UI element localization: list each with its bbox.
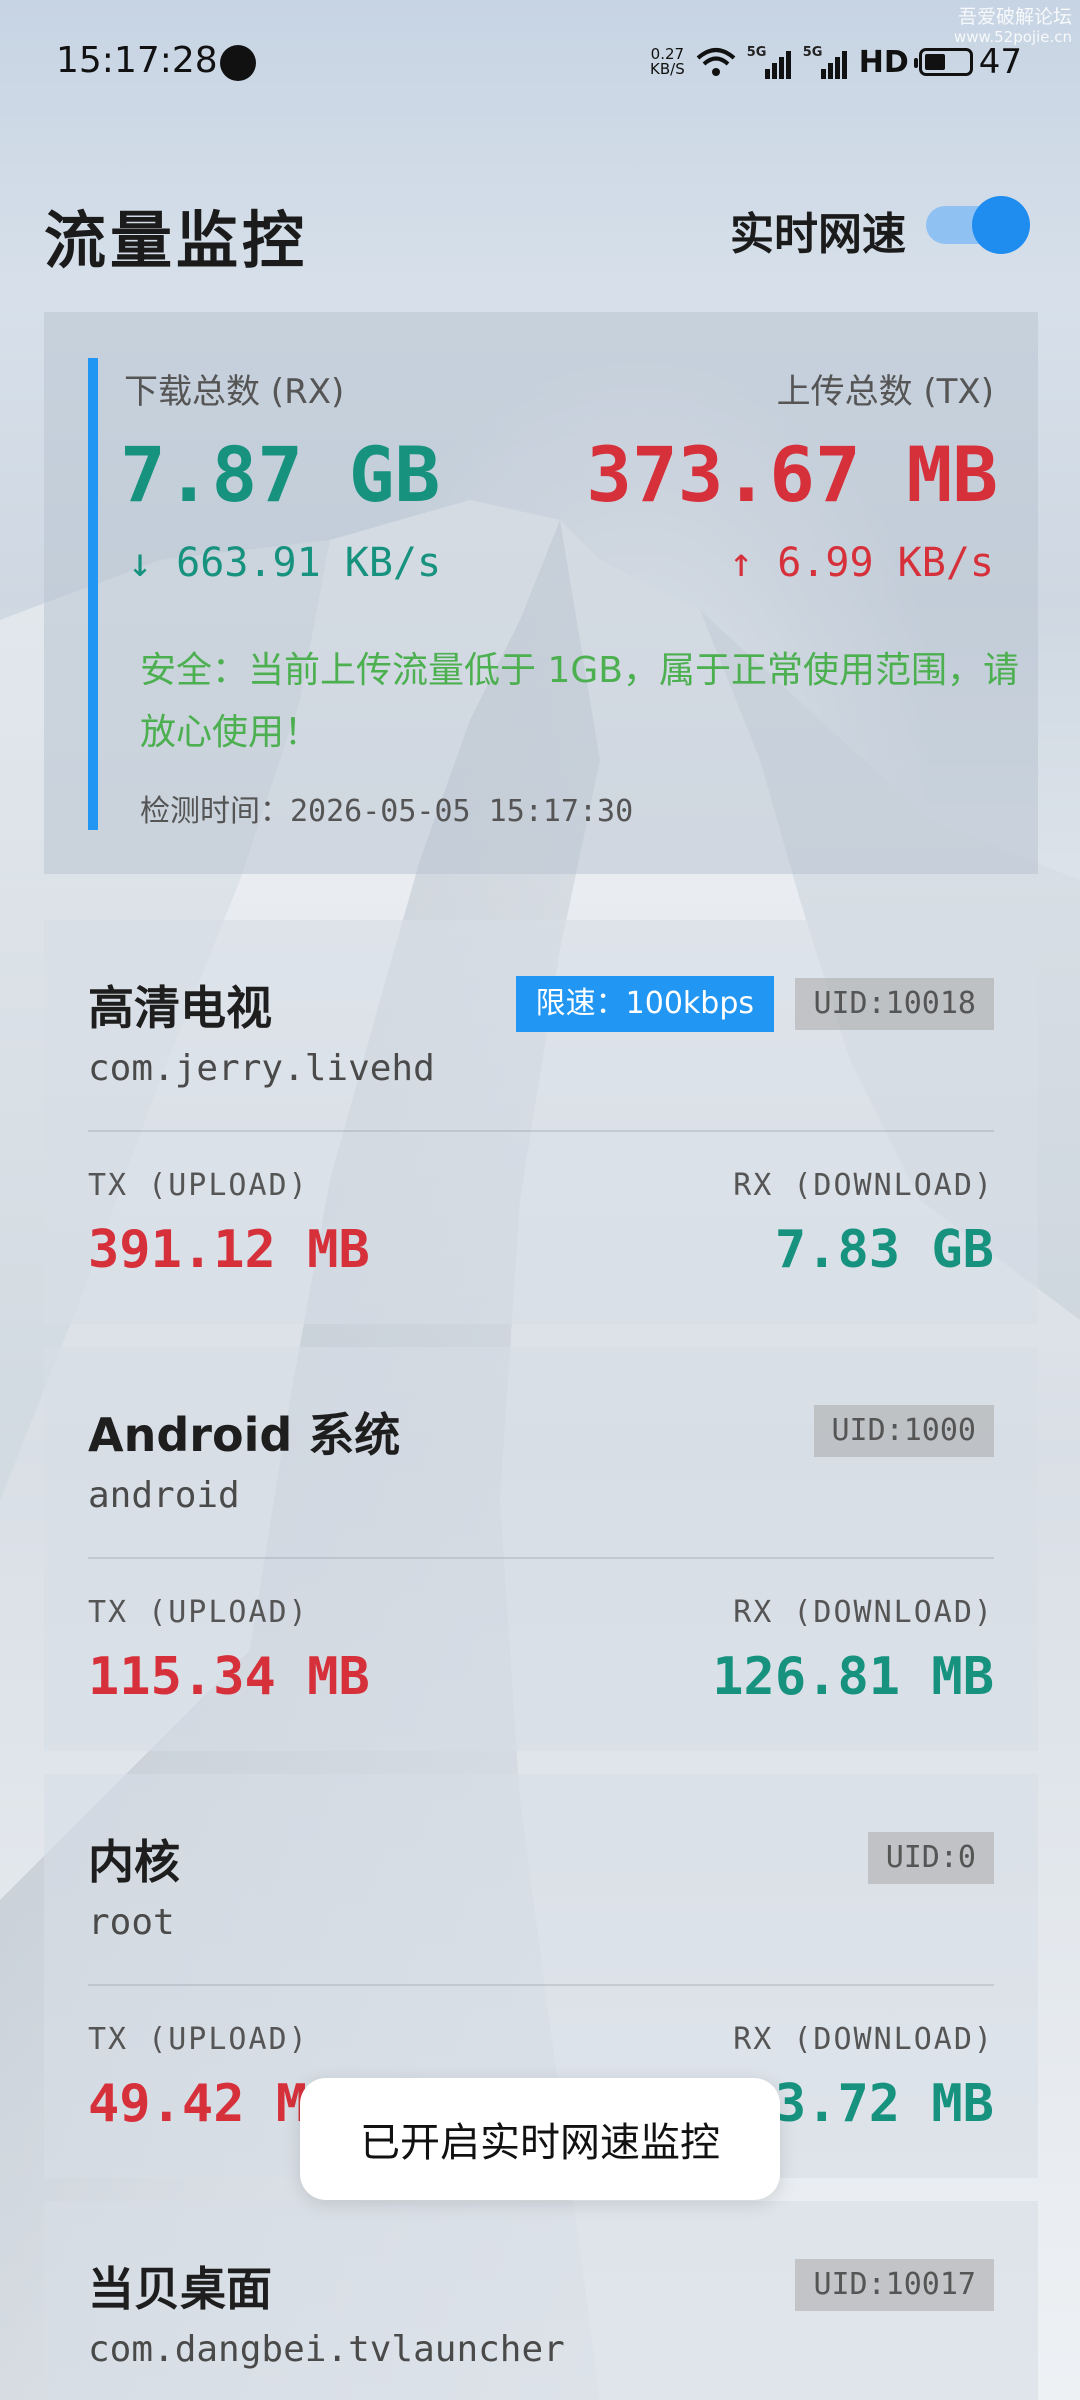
hd-voice-icon: HD bbox=[858, 44, 909, 80]
app-name: 当贝桌面 bbox=[88, 2262, 272, 2316]
app-name: Android 系统 bbox=[88, 1408, 401, 1462]
card-divider bbox=[88, 1557, 994, 1559]
status-icons: 0.27 KB/S 5G 5G HD 47 bbox=[650, 38, 1022, 86]
cellular-signal-2-icon: 5G bbox=[803, 45, 849, 79]
rx-download-value: 3.72 MB bbox=[774, 2074, 994, 2134]
toggle-knob bbox=[972, 196, 1030, 254]
tx-upload-label: TX (UPLOAD) bbox=[88, 1168, 309, 1203]
app-card[interactable]: Android 系统 UID:1000 android TX (UPLOAD) … bbox=[44, 1347, 1038, 1751]
page-title: 流量监控 bbox=[44, 204, 309, 277]
tx-upload-value: 391.12 MB bbox=[88, 1220, 370, 1280]
tx-upload-label: TX (UPLOAD) bbox=[88, 1595, 309, 1630]
rx-download-label: RX (DOWNLOAD) bbox=[733, 2022, 994, 2057]
notification-dot-icon bbox=[220, 45, 256, 81]
tx-speed-value: ↑ 6.99 KB/s bbox=[729, 540, 994, 586]
battery-icon bbox=[913, 48, 973, 76]
summary-accent-bar bbox=[88, 358, 98, 830]
app-name: 内核 bbox=[88, 1835, 180, 1889]
app-header: 流量监控 实时网速 bbox=[0, 180, 1080, 280]
speed-limit-badge[interactable]: 限速：100kbps bbox=[515, 976, 774, 1032]
app-card[interactable]: 当贝桌面 UID:10017 com.dangbei.tvlauncher bbox=[44, 2201, 1038, 2400]
network-speed-unit: KB/S bbox=[650, 60, 685, 78]
signal-2-label: 5G bbox=[802, 45, 823, 60]
app-package: android bbox=[88, 1475, 240, 1516]
app-package: root bbox=[88, 1902, 175, 1943]
uid-badge: UID:10018 bbox=[795, 978, 994, 1030]
rx-download-label: RX (DOWNLOAD) bbox=[733, 1168, 994, 1203]
check-time: 检测时间：2026-05-05 15:17:30 bbox=[140, 794, 634, 829]
signal-1-label: 5G bbox=[746, 45, 767, 60]
app-card[interactable]: 高清电视 限速：100kbps UID:10018 com.jerry.live… bbox=[44, 920, 1038, 1324]
rx-total-label: 下载总数 (RX) bbox=[124, 372, 345, 412]
tx-total-value: 373.67 MB bbox=[586, 430, 998, 519]
toast-message: 已开启实时网速监控 bbox=[300, 2078, 780, 2200]
app-name: 高清电视 bbox=[88, 981, 272, 1035]
realtime-speed-toggle[interactable] bbox=[922, 194, 1030, 254]
app-package: com.dangbei.tvlauncher bbox=[88, 2329, 565, 2370]
tx-total-label: 上传总数 (TX) bbox=[776, 372, 994, 412]
uid-badge: UID:0 bbox=[867, 1832, 994, 1884]
wifi-icon bbox=[696, 48, 736, 76]
rx-download-value: 126.81 MB bbox=[712, 1647, 994, 1707]
battery-indicator: 47 bbox=[913, 42, 1022, 82]
rx-total-value: 7.87 GB bbox=[120, 430, 441, 519]
uid-badge: UID:10017 bbox=[795, 2259, 994, 2311]
realtime-speed-label: 实时网速 bbox=[730, 209, 906, 260]
tx-upload-label: TX (UPLOAD) bbox=[88, 2022, 309, 2057]
battery-level: 47 bbox=[978, 42, 1022, 82]
cellular-signal-1-icon: 5G bbox=[747, 45, 793, 79]
rx-download-label: RX (DOWNLOAD) bbox=[733, 1595, 994, 1630]
network-speed-indicator: 0.27 KB/S bbox=[650, 47, 685, 77]
uid-badge: UID:1000 bbox=[813, 1405, 994, 1457]
safety-message: 安全：当前上传流量低于 1GB，属于正常使用范围，请放心使用！ bbox=[140, 650, 1019, 753]
rx-download-value: 7.83 GB bbox=[774, 1220, 994, 1280]
status-time: 15:17:28 bbox=[56, 40, 218, 81]
app-package: com.jerry.livehd bbox=[88, 1048, 435, 1089]
status-bar: 15:17:28 0.27 KB/S 5G 5G HD 47 bbox=[0, 0, 1080, 120]
tx-upload-value: 115.34 MB bbox=[88, 1647, 370, 1707]
card-divider bbox=[88, 1984, 994, 1986]
traffic-summary-card: 下载总数 (RX) 上传总数 (TX) 7.87 GB 373.67 MB ↓ … bbox=[44, 312, 1038, 874]
rx-speed-value: ↓ 663.91 KB/s bbox=[128, 540, 442, 586]
card-divider bbox=[88, 1130, 994, 1132]
